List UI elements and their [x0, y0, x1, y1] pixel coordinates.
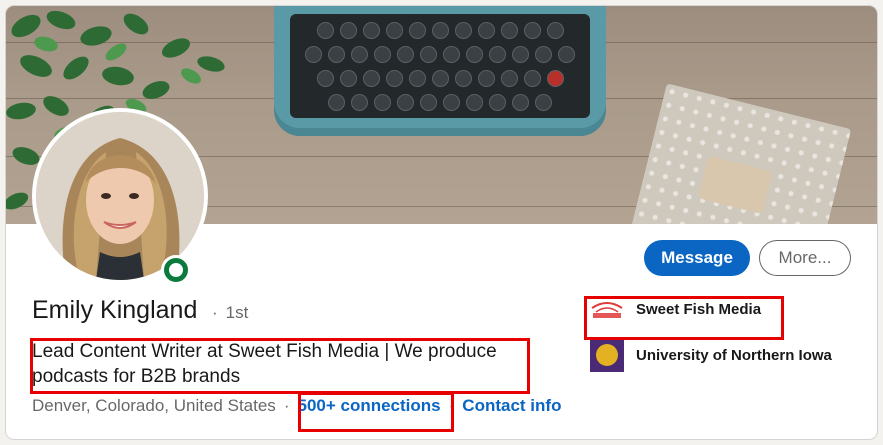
- experience-label: Sweet Fish Media: [636, 300, 762, 318]
- experience-item-sweet-fish[interactable]: Sweet Fish Media: [590, 298, 761, 320]
- profile-name: Emily Kingland: [32, 296, 198, 324]
- university-logo-icon: [590, 338, 624, 372]
- sweet-fish-logo-icon: [590, 298, 624, 320]
- experience-item-university[interactable]: University of Northern Iowa: [590, 338, 832, 372]
- separator-dot: ·: [283, 396, 290, 415]
- notebook-image: [630, 83, 852, 224]
- typewriter-image: [274, 6, 606, 136]
- online-status-indicator: [161, 255, 191, 285]
- separator-dot: ·: [448, 396, 455, 415]
- profile-headline: Lead Content Writer at Sweet Fish Media …: [32, 341, 497, 387]
- profile-meta-row: Denver, Colorado, United States · 500+ c…: [32, 394, 561, 418]
- experience-label: University of Northern Iowa: [636, 346, 832, 364]
- message-button[interactable]: Message: [644, 240, 750, 276]
- more-button[interactable]: More...: [759, 240, 851, 276]
- contact-info-link[interactable]: Contact info: [462, 396, 561, 416]
- profile-card: Message More... Emily Kingland 1st Lead …: [6, 6, 877, 439]
- profile-location: Denver, Colorado, United States: [32, 396, 276, 415]
- connection-degree: 1st: [212, 303, 249, 323]
- connections-link[interactable]: 500+ connections: [297, 396, 440, 416]
